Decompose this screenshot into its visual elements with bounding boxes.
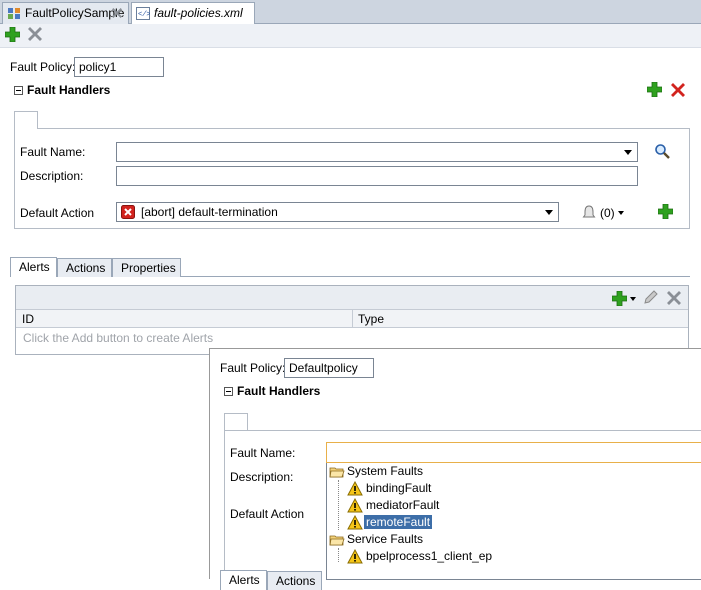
tab-actions[interactable]: Actions (57, 258, 112, 277)
close-icon[interactable] (112, 8, 122, 18)
xml-file-icon: </> (136, 7, 150, 20)
fault-policy-label: Fault Policy: (10, 60, 76, 74)
search-icon[interactable] (654, 143, 671, 160)
tree-node-bindingfault[interactable]: bindingFault (347, 480, 431, 497)
column-header-type[interactable]: Type (358, 312, 384, 326)
fault-handlers-heading: Fault Handlers (27, 83, 111, 97)
tab-actions[interactable]: Actions (267, 571, 322, 590)
fault-policy-label: Fault Policy: (220, 361, 286, 375)
alert-count[interactable]: (0) (600, 206, 615, 220)
default-action-label: Default Action (230, 507, 305, 521)
add-alert-plus-icon[interactable] (612, 291, 627, 306)
open-folder-icon (329, 467, 345, 478)
svg-text:</>: </> (138, 11, 150, 19)
empty-table-hint: Click the Add button to create Alerts (23, 331, 214, 345)
description-label: Description: (230, 470, 294, 484)
dropdown-arrow-icon[interactable] (618, 211, 624, 215)
table-header: ID Type (16, 310, 688, 328)
tab-label: fault-policies.xml (154, 6, 243, 20)
column-header-id[interactable]: ID (22, 312, 34, 326)
alerts-table: ID Type Click the Add button to create A… (15, 285, 689, 355)
fault-tree-dropdown[interactable]: System Faults bindingFault mediatorFault… (326, 463, 701, 580)
add-action-plus-icon[interactable] (658, 204, 673, 219)
handler-tab[interactable] (14, 111, 38, 129)
delete-handler-x-icon[interactable] (671, 83, 685, 97)
default-action-value: [abort] default-termination (141, 205, 278, 219)
abort-icon (121, 205, 135, 219)
toolbar (0, 24, 701, 48)
fault-name-combo-focused[interactable] (326, 442, 701, 463)
editor-tab-strip: FaultPolicySample </> fault-policies.xml (0, 0, 701, 24)
bell-icon[interactable] (582, 205, 596, 219)
fault-name-label: Fault Name: (230, 446, 296, 460)
table-toolbar (16, 286, 688, 310)
tree-node-label: Service Faults (347, 532, 424, 546)
fault-policy-input[interactable]: Defaultpolicy (284, 358, 374, 378)
collapse-icon[interactable] (14, 86, 23, 95)
default-action-label: Default Action (20, 206, 95, 220)
remove-policy-x-icon[interactable] (28, 27, 42, 41)
tree-line (338, 548, 339, 562)
chevron-down-icon (624, 150, 632, 155)
warning-icon (347, 549, 363, 564)
warning-icon (347, 481, 363, 496)
overlay-panel: Fault Policy: Defaultpolicy Fault Handle… (209, 348, 701, 590)
add-policy-plus-icon[interactable] (5, 27, 20, 42)
open-folder-icon (329, 535, 345, 546)
tree-node-label: bpelprocess1_client_ep (366, 549, 493, 563)
tab-alerts[interactable]: Alerts (220, 570, 267, 590)
tree-line (338, 480, 339, 530)
tree-node-label: System Faults (347, 464, 424, 478)
tree-node-service-faults[interactable]: Service Faults (329, 531, 423, 548)
tab-properties[interactable]: Properties (112, 258, 181, 277)
composite-icon (8, 8, 20, 19)
column-separator (352, 310, 353, 328)
tab-label: FaultPolicySample (25, 6, 125, 20)
tree-node-system-faults[interactable]: System Faults (329, 463, 423, 480)
tree-node-remotefault[interactable]: remoteFault (347, 514, 433, 531)
fault-policy-input[interactable]: policy1 (74, 57, 164, 77)
chevron-down-icon (545, 210, 553, 215)
warning-icon (347, 515, 363, 530)
fault-handlers-heading: Fault Handlers (237, 384, 321, 398)
tree-node-mediatorfault[interactable]: mediatorFault (347, 497, 439, 514)
dropdown-arrow-icon[interactable] (630, 297, 636, 301)
description-input[interactable] (116, 166, 638, 186)
delete-x-icon[interactable] (667, 291, 681, 305)
tree-node-bpelprocess1-client-ep[interactable]: bpelprocess1_client_ep (347, 548, 492, 565)
fault-name-combo[interactable] (116, 142, 638, 162)
tree-node-label: bindingFault (366, 481, 432, 495)
add-handler-plus-icon[interactable] (647, 82, 662, 97)
default-action-combo[interactable]: [abort] default-termination (116, 202, 559, 222)
tree-node-label: mediatorFault (366, 498, 440, 512)
handler-tab[interactable] (224, 413, 248, 431)
fault-name-label: Fault Name: (20, 145, 86, 159)
tab-faultpolicysample[interactable]: FaultPolicySample (2, 2, 129, 24)
warning-icon (347, 498, 363, 513)
edit-pencil-icon[interactable] (643, 290, 658, 305)
description-label: Description: (20, 169, 84, 183)
collapse-icon[interactable] (224, 387, 233, 396)
tab-fault-policies-xml[interactable]: </> fault-policies.xml (131, 2, 255, 24)
tab-alerts[interactable]: Alerts (10, 257, 57, 277)
tree-node-label: remoteFault (364, 515, 433, 529)
